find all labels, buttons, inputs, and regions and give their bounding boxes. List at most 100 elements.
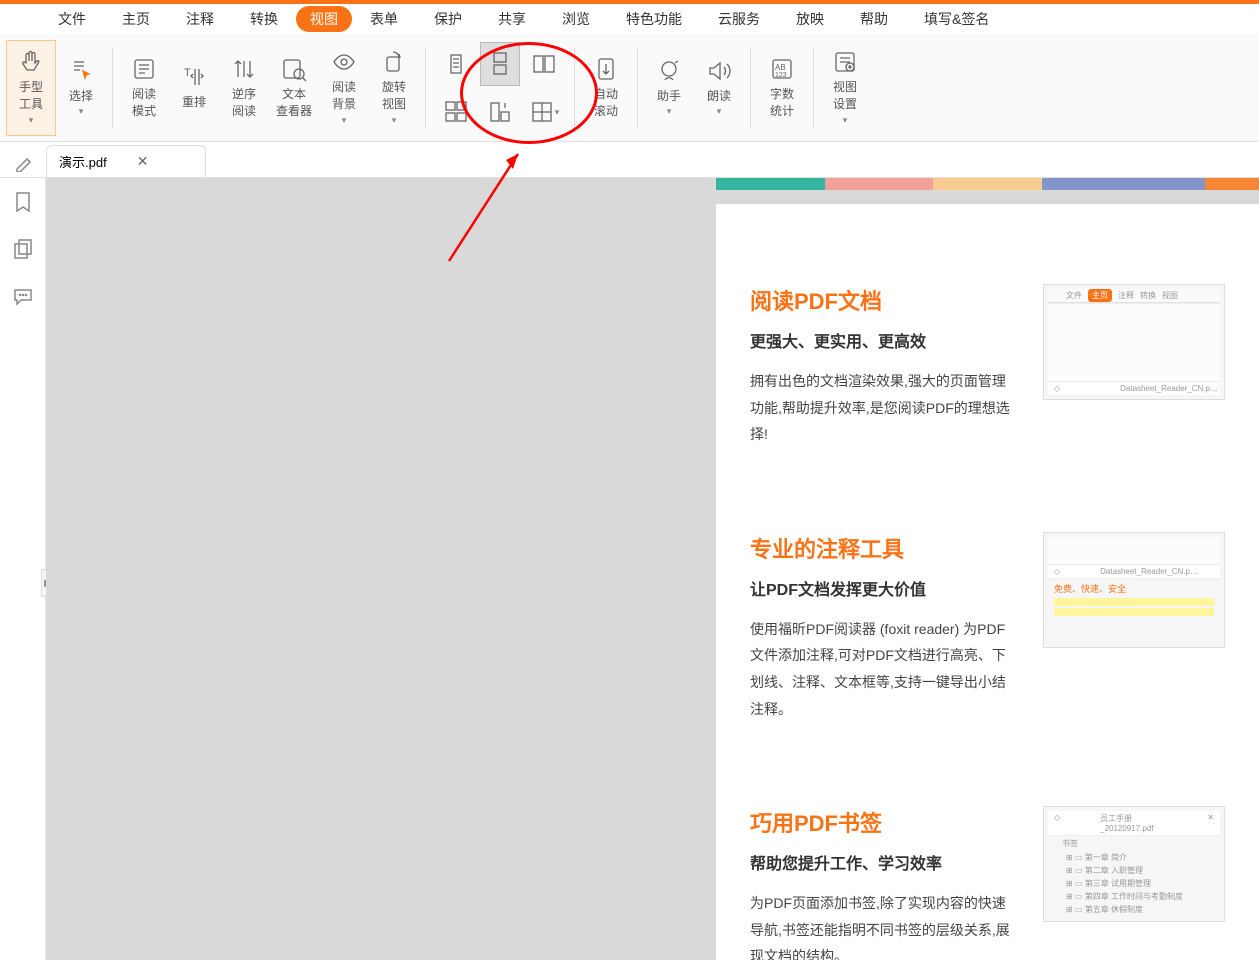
feature-2-subtitle: 让PDF文档发挥更大价值 (750, 576, 1019, 600)
reverse-icon (231, 56, 257, 82)
speaker-icon (706, 58, 732, 84)
read-aloud-label: 朗读 (707, 88, 731, 105)
menu-sign[interactable]: 填写&签名 (906, 4, 1007, 34)
assistant-label: 助手 (657, 88, 681, 105)
chevron-down-icon: ▾ (717, 106, 722, 117)
continuous-page-button[interactable] (480, 42, 520, 86)
continuous-icon (487, 51, 513, 77)
menu-view[interactable]: 视图 (296, 6, 352, 32)
feature-3-desc: 为PDF页面添加书签,除了实现内容的快速导航,书签还能指明不同书签的层级关系,展… (750, 890, 1019, 960)
hand-icon (18, 49, 44, 75)
facing-button[interactable] (524, 42, 564, 86)
reflow-icon: T (181, 64, 207, 90)
auto-scroll-button[interactable]: 自动 滚动 (581, 40, 631, 136)
view-settings-label: 视图 设置 (833, 79, 857, 113)
ribbon: 手型 工具 ▾ 选择 ▾ 阅读 模式 T 重排 逆序 阅读 文本 查看器 阅读 … (0, 34, 1259, 142)
comments-icon[interactable] (12, 286, 34, 308)
rotate-icon (381, 49, 407, 75)
tab-strip: 演示.pdf ✕ (0, 142, 1259, 178)
reverse-read-label: 逆序 阅读 (232, 86, 256, 120)
menu-bar: 文件 主页 注释 转换 视图 表单 保护 共享 浏览 特色功能 云服务 放映 帮… (0, 0, 1259, 34)
pages-icon[interactable] (12, 238, 34, 260)
eye-icon (331, 49, 357, 75)
svg-text:AB: AB (775, 63, 786, 72)
hand-tool-label: 手型 工具 (19, 79, 43, 113)
thumbnail-3: ◇员工手册_20120917.pdf✕ 书签 ⊞ ▭ 第一章 简介 ⊞ ▭ 第二… (1043, 806, 1225, 922)
menu-file[interactable]: 文件 (40, 4, 104, 34)
single-page-icon (443, 51, 469, 77)
read-aloud-button[interactable]: 朗读 ▾ (694, 40, 744, 136)
page-layout-group: ▾ (432, 38, 568, 138)
reverse-read-button[interactable]: 逆序 阅读 (219, 40, 269, 136)
split-icon (529, 99, 555, 125)
feature-1-desc: 拥有出色的文档渲染效果,强大的页面管理功能,帮助提升效率,是您阅读PDF的理想选… (750, 368, 1019, 448)
rotate-view-label: 旋转 视图 (382, 79, 406, 113)
auto-scroll-icon (593, 56, 619, 82)
read-bg-label: 阅读 背景 (332, 79, 356, 113)
word-count-button[interactable]: AB123 字数 统计 (757, 40, 807, 136)
separate-cover-button[interactable] (480, 90, 520, 134)
select-button[interactable]: 选择 ▾ (56, 40, 106, 136)
feature-2-desc: 使用福昕PDF阅读器 (foxit reader) 为PDF文件添加注释,可对P… (750, 616, 1019, 722)
chevron-down-icon: ▾ (555, 107, 560, 118)
chevron-down-icon: ▾ (79, 106, 84, 117)
cover-icon (487, 99, 513, 125)
chevron-down-icon: ▾ (843, 115, 848, 126)
chevron-down-icon: ▾ (667, 106, 672, 117)
select-icon (68, 58, 94, 84)
feature-1-subtitle: 更强大、更实用、更高效 (750, 328, 1019, 352)
menu-help[interactable]: 帮助 (842, 4, 906, 34)
reflow-button[interactable]: T 重排 (169, 40, 219, 136)
close-icon[interactable]: ✕ (137, 153, 149, 170)
select-label: 选择 (69, 88, 93, 105)
menu-slideshow[interactable]: 放映 (778, 4, 842, 34)
left-sidebar: ▶ (0, 178, 46, 960)
hand-tool-button[interactable]: 手型 工具 ▾ (6, 40, 56, 136)
single-page-button[interactable] (436, 42, 476, 86)
feature-3-title: 巧用PDF书签 (750, 806, 1019, 838)
split-button[interactable]: ▾ (524, 90, 564, 134)
book-icon (131, 56, 157, 82)
word-count-icon: AB123 (769, 56, 795, 82)
menu-home[interactable]: 主页 (104, 4, 168, 34)
assistant-icon (656, 58, 682, 84)
continuous-facing-button[interactable] (436, 90, 476, 134)
text-viewer-icon (281, 56, 307, 82)
svg-text:123: 123 (775, 72, 787, 79)
chevron-down-icon: ▾ (392, 115, 397, 126)
assistant-button[interactable]: 助手 ▾ (644, 40, 694, 136)
thumbnail-2: ◇Datasheet_Reader_CN.p…✕ 免费、快速、安全 (1043, 532, 1225, 648)
feature-2-title: 专业的注释工具 (750, 532, 1019, 564)
auto-scroll-label: 自动 滚动 (594, 86, 618, 120)
read-mode-button[interactable]: 阅读 模式 (119, 40, 169, 136)
read-mode-label: 阅读 模式 (132, 86, 156, 120)
word-count-label: 字数 统计 (770, 86, 794, 120)
main-area: ▶ 阅读PDF文档 更强大、更实用、更高效 拥有出色的文档渲染效果,强大的页面管… (0, 178, 1259, 960)
text-viewer-button[interactable]: 文本 查看器 (269, 40, 319, 136)
rotate-view-button[interactable]: 旋转 视图 ▾ (369, 40, 419, 136)
menu-annotate[interactable]: 注释 (168, 4, 232, 34)
pdf-page: 阅读PDF文档 更强大、更实用、更高效 拥有出色的文档渲染效果,强大的页面管理功… (716, 178, 1259, 960)
tab-title: 演示.pdf (59, 152, 107, 171)
menu-features[interactable]: 特色功能 (608, 4, 700, 34)
menu-protect[interactable]: 保护 (416, 4, 480, 34)
svg-text:T: T (184, 67, 191, 79)
header-stripe (716, 178, 1259, 190)
cont-facing-icon (443, 99, 469, 125)
pencil-icon[interactable] (14, 152, 34, 177)
menu-form[interactable]: 表单 (352, 4, 416, 34)
chevron-down-icon: ▾ (29, 115, 34, 126)
feature-1-title: 阅读PDF文档 (750, 284, 1019, 316)
bookmark-icon[interactable] (12, 190, 34, 212)
settings-icon (832, 49, 858, 75)
menu-browse[interactable]: 浏览 (544, 4, 608, 34)
menu-convert[interactable]: 转换 (232, 4, 296, 34)
feature-3-subtitle: 帮助您提升工作、学习效率 (750, 850, 1019, 874)
read-bg-button[interactable]: 阅读 背景 ▾ (319, 40, 369, 136)
view-settings-button[interactable]: 视图 设置 ▾ (820, 40, 870, 136)
menu-share[interactable]: 共享 (480, 4, 544, 34)
document-viewport[interactable]: 阅读PDF文档 更强大、更实用、更高效 拥有出色的文档渲染效果,强大的页面管理功… (46, 178, 1259, 960)
chevron-down-icon: ▾ (342, 115, 347, 126)
document-tab[interactable]: 演示.pdf ✕ (46, 145, 206, 177)
menu-cloud[interactable]: 云服务 (700, 4, 778, 34)
